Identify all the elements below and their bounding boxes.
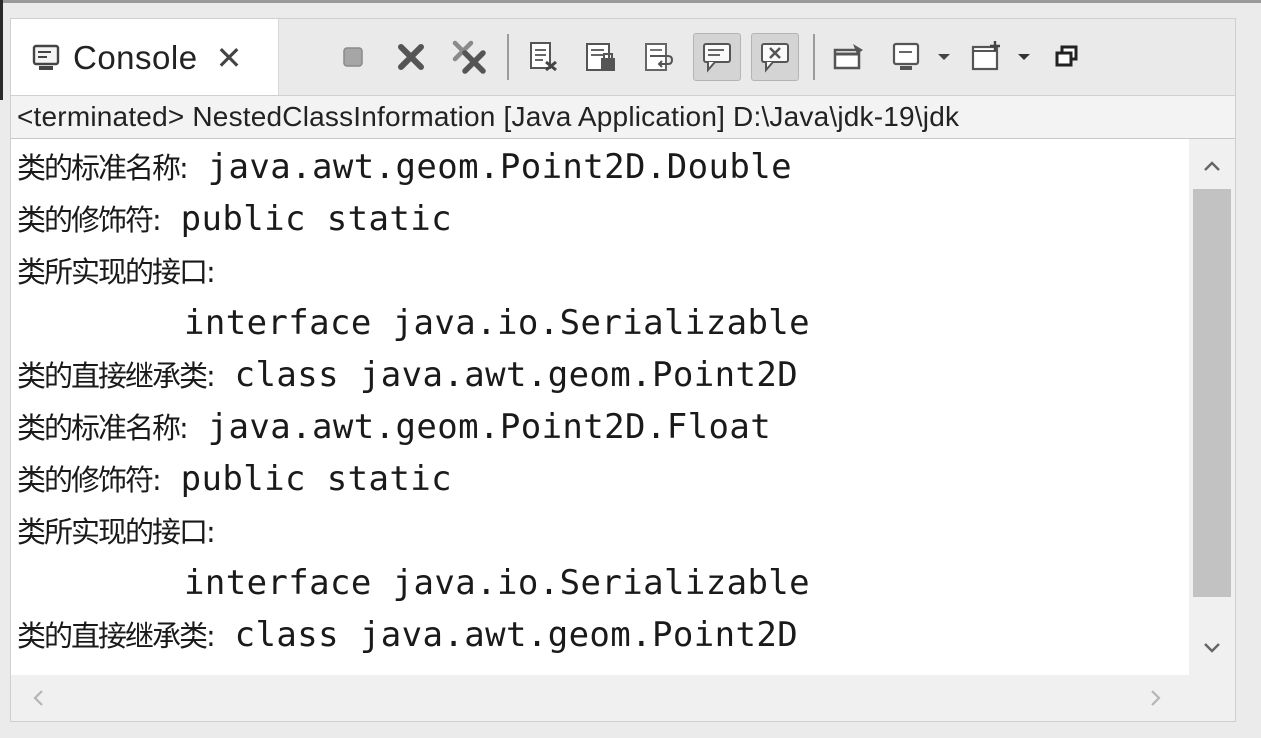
open-console-button[interactable]: [963, 33, 1011, 81]
show-console-on-stderr-button[interactable]: [751, 33, 799, 81]
terminate-button[interactable]: [329, 33, 377, 81]
console-line: interface java.io.Serializable: [17, 297, 810, 349]
line-code: java.awt.geom.Point2D.Double: [186, 147, 793, 187]
chevron-right-icon: [1151, 690, 1161, 706]
line-code: class java.awt.geom.Point2D: [213, 355, 799, 395]
screenshot-frame: Console ✕ <terminated> NestedClassInform…: [0, 0, 1261, 738]
vertical-scrollbar[interactable]: [1189, 139, 1235, 675]
open-console-dropdown[interactable]: [1013, 33, 1035, 81]
line-label: 类所实现的接口:: [17, 255, 216, 289]
chevron-down-icon: [1018, 54, 1030, 60]
chevron-up-icon: [1204, 161, 1220, 171]
remove-launch-button[interactable]: [387, 33, 435, 81]
tab-label: Console: [73, 39, 198, 76]
console-line: 类的修饰符: public static: [17, 193, 452, 245]
line-code: java.awt.geom.Point2D.Float: [186, 407, 772, 447]
scroll-right-button[interactable]: [1141, 683, 1171, 713]
horizontal-scrollbar[interactable]: [11, 675, 1189, 721]
display-selected-console-button[interactable]: [883, 33, 931, 81]
scrollbar-corner: [1189, 675, 1235, 721]
line-code: class java.awt.geom.Point2D: [213, 615, 799, 655]
line-label: 类的标准名称:: [17, 411, 189, 445]
show-console-on-stdout-icon: [703, 43, 731, 73]
clear-console-icon: [530, 42, 557, 72]
line-code: interface java.io.Serializable: [17, 563, 811, 603]
line-code: public static: [159, 459, 452, 499]
view-tab-bar: Console ✕: [11, 19, 1235, 97]
console-line: 类的直接继承类: class java.awt.geom.Point2D: [17, 609, 798, 661]
console-line: 类的直接继承类: class java.awt.geom.Point2D: [17, 349, 798, 401]
scroll-lock-button[interactable]: [577, 33, 625, 81]
word-wrap-icon: [645, 43, 674, 71]
console-line: 类所实现的接口:: [17, 245, 216, 297]
console-view: Console ✕ <terminated> NestedClassInform…: [10, 18, 1236, 722]
line-label: 类的直接继承类:: [17, 359, 216, 393]
show-console-on-stdout-button[interactable]: [693, 33, 741, 81]
display-selected-console-icon: [892, 42, 920, 70]
pin-console-button[interactable]: [825, 33, 873, 81]
display-console-dropdown[interactable]: [933, 33, 955, 81]
scroll-down-button[interactable]: [1189, 633, 1235, 663]
chevron-down-icon: [938, 54, 950, 60]
show-console-on-stderr-icon: [761, 43, 789, 73]
remove-launch-icon: [398, 44, 424, 70]
vertical-scroll-thumb[interactable]: [1193, 189, 1231, 597]
open-console-icon: [971, 41, 1000, 71]
clear-console-button[interactable]: [519, 33, 567, 81]
console-line: interface java.io.Serializable: [17, 557, 810, 609]
console-line: 类的标准名称: java.awt.geom.Point2D.Double: [17, 141, 792, 193]
scroll-up-button[interactable]: [1189, 151, 1235, 181]
line-label: 类所实现的接口:: [17, 515, 216, 549]
tab-console[interactable]: Console ✕: [11, 19, 279, 97]
toolbar-separator: [507, 34, 509, 80]
line-label: 类的修饰符:: [17, 203, 162, 237]
console-toolbar: [329, 19, 1101, 95]
console-icon: [31, 43, 61, 73]
line-label: 类的修饰符:: [17, 463, 162, 497]
terminate-icon: [343, 47, 363, 67]
top-border: [0, 0, 1261, 3]
scroll-lock-icon: [586, 43, 615, 71]
remove-all-terminated-icon: [452, 40, 486, 74]
console-output[interactable]: 类的标准名称: java.awt.geom.Point2D.Double 类的修…: [11, 139, 1189, 675]
line-label: 类的直接继承类:: [17, 619, 216, 653]
restore-view-icon: [1055, 45, 1078, 67]
line-code: interface java.io.Serializable: [17, 303, 811, 343]
console-line: 类的标准名称: java.awt.geom.Point2D.Float: [17, 401, 771, 453]
console-description: <terminated> NestedClassInformation [Jav…: [11, 95, 1235, 139]
word-wrap-button[interactable]: [635, 33, 683, 81]
pin-console-icon: [833, 44, 863, 70]
chevron-left-icon: [33, 690, 43, 706]
scroll-left-button[interactable]: [23, 683, 53, 713]
console-line: 类所实现的接口:: [17, 505, 216, 557]
line-label: 类的标准名称:: [17, 151, 189, 185]
chevron-down-icon: [1204, 643, 1220, 653]
toolbar-separator: [813, 34, 815, 80]
line-code: public static: [159, 199, 452, 239]
console-line: 类的修饰符: public static: [17, 453, 452, 505]
remove-all-terminated-button[interactable]: [445, 33, 493, 81]
left-border: [0, 0, 3, 100]
restore-view-button[interactable]: [1043, 33, 1091, 81]
close-icon[interactable]: ✕: [216, 42, 243, 74]
